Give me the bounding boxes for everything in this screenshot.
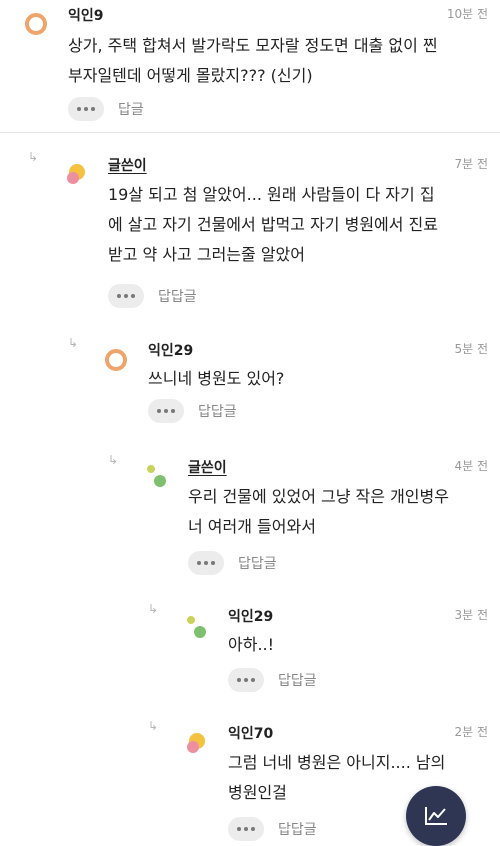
- more-options-button[interactable]: [228, 817, 264, 841]
- comment-item: ↳ 익인29 5분 전 쓰니네 병원도 있어? 답답글: [0, 330, 500, 430]
- comment-author[interactable]: 익인70: [228, 723, 273, 743]
- comment-time: 5분 전: [454, 342, 488, 356]
- reply-arrow-icon: ↳: [108, 453, 119, 467]
- reply-arrow-icon: ↳: [28, 150, 39, 164]
- more-options-button[interactable]: [228, 668, 264, 692]
- reply-arrow-icon: ↳: [148, 602, 159, 616]
- comment-item: ↳ 글쓴이 7분 전 19살 되고 첨 알았어... 원래 사람들이 다 자기 …: [0, 140, 500, 316]
- sun-avatar-icon: [187, 733, 205, 753]
- comment-item: ↳ 익인29 3분 전 아하..! 답답글: [0, 600, 500, 700]
- comment-time: 7분 전: [454, 157, 488, 171]
- reply-button[interactable]: 답답글: [158, 286, 197, 306]
- dots-avatar-icon: [147, 465, 166, 487]
- ring-avatar-icon: [105, 349, 127, 371]
- comment-text: 쓰니네 병원도 있어?: [148, 369, 285, 388]
- ring-avatar-icon: [25, 13, 47, 35]
- reply-button[interactable]: 답글: [118, 99, 144, 119]
- reply-button[interactable]: 답답글: [198, 401, 237, 421]
- comment-item: ↳ 글쓴이 4분 전 우리 건물에 있었어 그냥 작은 개인병우 너 여러개 들…: [0, 447, 500, 583]
- comment-author[interactable]: 익인29: [148, 340, 193, 360]
- chart-icon: [425, 807, 447, 825]
- comment-text: 19살 되고 첨 알았어... 원래 사람들이 다 자기 집 에 살고 자기 건…: [108, 185, 439, 264]
- reply-button[interactable]: 답답글: [278, 670, 317, 690]
- comment-item: 익인9 10분 전 상가, 주택 합쳐서 발가락도 모자랄 정도면 대출 없이 …: [0, 0, 500, 133]
- reply-arrow-icon: ↳: [148, 719, 159, 733]
- comment-text: 우리 건물에 있었어 그냥 작은 개인병우 너 여러개 들어와서: [188, 487, 449, 536]
- comment-author[interactable]: 익인9: [68, 5, 104, 25]
- reply-arrow-icon: ↳: [68, 336, 79, 350]
- comment-time: 2분 전: [454, 725, 488, 739]
- reply-button[interactable]: 답답글: [278, 819, 317, 839]
- reply-button[interactable]: 답답글: [238, 553, 277, 573]
- dots-avatar-icon: [187, 616, 206, 638]
- more-options-button[interactable]: [68, 97, 104, 121]
- more-options-button[interactable]: [108, 284, 144, 308]
- sun-avatar-icon: [67, 164, 85, 184]
- comment-time: 10분 전: [446, 7, 488, 21]
- comment-time: 3분 전: [454, 608, 488, 622]
- chart-fab-button[interactable]: [406, 786, 466, 846]
- comment-author[interactable]: 글쓴이: [188, 457, 227, 477]
- comment-time: 4분 전: [454, 459, 488, 473]
- comment-text: 아하..!: [228, 635, 275, 654]
- comment-text: 상가, 주택 합쳐서 발가락도 모자랄 정도면 대출 없이 찐 부자일텐데 어떻…: [68, 36, 438, 85]
- more-options-button[interactable]: [148, 399, 184, 423]
- comment-author[interactable]: 익인29: [228, 606, 273, 626]
- more-options-button[interactable]: [188, 551, 224, 575]
- comment-author[interactable]: 글쓴이: [108, 155, 147, 175]
